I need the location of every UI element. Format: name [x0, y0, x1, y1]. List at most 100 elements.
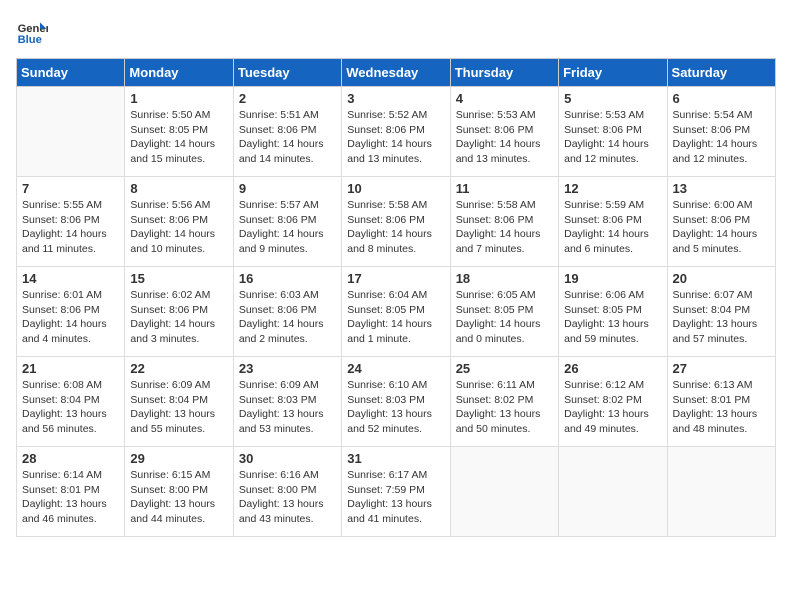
- weekday-header: Monday: [125, 59, 233, 87]
- calendar-day-cell: 13 Sunrise: 6:00 AM Sunset: 8:06 PM Dayli…: [667, 177, 775, 267]
- day-number: 28: [22, 451, 119, 466]
- calendar-day-cell: 8 Sunrise: 5:56 AM Sunset: 8:06 PM Daylig…: [125, 177, 233, 267]
- day-number: 22: [130, 361, 227, 376]
- day-number: 4: [456, 91, 553, 106]
- calendar-day-cell: 17Sunrise: 6:04 AM Sunset: 8:05 PM Dayli…: [342, 267, 450, 357]
- calendar-day-cell: 31 Sunrise: 6:17 AM Sunset: 7:59 PM Dayli…: [342, 447, 450, 537]
- day-info: Sunrise: 6:09 AM Sunset: 8:03 PM Dayligh…: [239, 378, 336, 437]
- day-info: Sunrise: 5:58 AM Sunset: 8:06 PM Dayligh…: [347, 198, 444, 257]
- day-info: Sunrise: 6:08 AM Sunset: 8:04 PM Dayligh…: [22, 378, 119, 437]
- day-number: 8: [130, 181, 227, 196]
- day-info: Sunrise: 5:57 AM Sunset: 8:06 PM Dayligh…: [239, 198, 336, 257]
- day-info: Sunrise: 6:16 AM Sunset: 8:00 PM Dayligh…: [239, 468, 336, 527]
- calendar-week-row: 28 Sunrise: 6:14 AM Sunset: 8:01 PM Dayli…: [17, 447, 776, 537]
- calendar-day-cell: 29Sunrise: 6:15 AM Sunset: 8:00 PM Dayli…: [125, 447, 233, 537]
- weekday-header: Wednesday: [342, 59, 450, 87]
- calendar-day-cell: 19 Sunrise: 6:06 AM Sunset: 8:05 PM Dayli…: [559, 267, 667, 357]
- calendar-day-cell: [17, 87, 125, 177]
- day-info: Sunrise: 6:12 AM Sunset: 8:02 PM Dayligh…: [564, 378, 661, 437]
- weekday-header: Saturday: [667, 59, 775, 87]
- calendar-day-cell: 14 Sunrise: 6:01 AM Sunset: 8:06 PM Dayli…: [17, 267, 125, 357]
- calendar-day-cell: 1Sunrise: 5:50 AM Sunset: 8:05 PM Daylig…: [125, 87, 233, 177]
- calendar-day-cell: 21 Sunrise: 6:08 AM Sunset: 8:04 PM Dayli…: [17, 357, 125, 447]
- day-number: 3: [347, 91, 444, 106]
- calendar-day-cell: [559, 447, 667, 537]
- calendar-day-cell: 9 Sunrise: 5:57 AM Sunset: 8:06 PM Daylig…: [233, 177, 341, 267]
- day-info: Sunrise: 6:05 AM Sunset: 8:05 PM Dayligh…: [456, 288, 553, 347]
- day-info: Sunrise: 5:58 AM Sunset: 8:06 PM Dayligh…: [456, 198, 553, 257]
- calendar-day-cell: 18 Sunrise: 6:05 AM Sunset: 8:05 PM Dayli…: [450, 267, 558, 357]
- day-number: 12: [564, 181, 661, 196]
- calendar-day-cell: 23 Sunrise: 6:09 AM Sunset: 8:03 PM Dayli…: [233, 357, 341, 447]
- day-number: 21: [22, 361, 119, 376]
- calendar-day-cell: [450, 447, 558, 537]
- day-info: Sunrise: 6:10 AM Sunset: 8:03 PM Dayligh…: [347, 378, 444, 437]
- day-number: 27: [673, 361, 770, 376]
- day-info: Sunrise: 6:06 AM Sunset: 8:05 PM Dayligh…: [564, 288, 661, 347]
- day-info: Sunrise: 6:07 AM Sunset: 8:04 PM Dayligh…: [673, 288, 770, 347]
- day-number: 1: [130, 91, 227, 106]
- day-number: 30: [239, 451, 336, 466]
- day-number: 20: [673, 271, 770, 286]
- calendar-day-cell: 5 Sunrise: 5:53 AM Sunset: 8:06 PM Daylig…: [559, 87, 667, 177]
- day-number: 17: [347, 271, 444, 286]
- day-info: Sunrise: 5:56 AM Sunset: 8:06 PM Dayligh…: [130, 198, 227, 257]
- weekday-header: Friday: [559, 59, 667, 87]
- calendar-day-cell: 20 Sunrise: 6:07 AM Sunset: 8:04 PM Dayli…: [667, 267, 775, 357]
- day-number: 23: [239, 361, 336, 376]
- calendar-day-cell: 6 Sunrise: 5:54 AM Sunset: 8:06 PM Daylig…: [667, 87, 775, 177]
- day-number: 10: [347, 181, 444, 196]
- day-info: Sunrise: 6:14 AM Sunset: 8:01 PM Dayligh…: [22, 468, 119, 527]
- day-number: 6: [673, 91, 770, 106]
- day-number: 19: [564, 271, 661, 286]
- day-number: 11: [456, 181, 553, 196]
- calendar-week-row: 14 Sunrise: 6:01 AM Sunset: 8:06 PM Dayli…: [17, 267, 776, 357]
- calendar-day-cell: 15 Sunrise: 6:02 AM Sunset: 8:06 PM Dayli…: [125, 267, 233, 357]
- calendar-day-cell: 24 Sunrise: 6:10 AM Sunset: 8:03 PM Dayli…: [342, 357, 450, 447]
- day-number: 26: [564, 361, 661, 376]
- day-number: 5: [564, 91, 661, 106]
- day-number: 31: [347, 451, 444, 466]
- day-number: 7: [22, 181, 119, 196]
- weekday-header: Tuesday: [233, 59, 341, 87]
- calendar-day-cell: 7 Sunrise: 5:55 AM Sunset: 8:06 PM Daylig…: [17, 177, 125, 267]
- calendar-day-cell: 22 Sunrise: 6:09 AM Sunset: 8:04 PM Dayli…: [125, 357, 233, 447]
- day-info: Sunrise: 5:55 AM Sunset: 8:06 PM Dayligh…: [22, 198, 119, 257]
- day-info: Sunrise: 6:17 AM Sunset: 7:59 PM Dayligh…: [347, 468, 444, 527]
- logo: General Blue: [16, 16, 52, 48]
- page-header: General Blue: [16, 16, 776, 48]
- day-info: Sunrise: 5:53 AM Sunset: 8:06 PM Dayligh…: [564, 108, 661, 167]
- day-info: Sunrise: 6:09 AM Sunset: 8:04 PM Dayligh…: [130, 378, 227, 437]
- calendar-day-cell: 12 Sunrise: 5:59 AM Sunset: 8:06 PM Dayli…: [559, 177, 667, 267]
- day-info: Sunrise: 6:00 AM Sunset: 8:06 PM Dayligh…: [673, 198, 770, 257]
- calendar-day-cell: 10 Sunrise: 5:58 AM Sunset: 8:06 PM Dayli…: [342, 177, 450, 267]
- day-info: Sunrise: 5:59 AM Sunset: 8:06 PM Dayligh…: [564, 198, 661, 257]
- day-info: Sunrise: 5:54 AM Sunset: 8:06 PM Dayligh…: [673, 108, 770, 167]
- day-info: Sunrise: 5:52 AM Sunset: 8:06 PM Dayligh…: [347, 108, 444, 167]
- day-info: Sunrise: 6:13 AM Sunset: 8:01 PM Dayligh…: [673, 378, 770, 437]
- logo-icon: General Blue: [16, 16, 48, 48]
- calendar-day-cell: 4Sunrise: 5:53 AM Sunset: 8:06 PM Daylig…: [450, 87, 558, 177]
- calendar-table: SundayMondayTuesdayWednesdayThursdayFrid…: [16, 58, 776, 537]
- calendar-day-cell: 30 Sunrise: 6:16 AM Sunset: 8:00 PM Dayli…: [233, 447, 341, 537]
- day-number: 16: [239, 271, 336, 286]
- day-number: 13: [673, 181, 770, 196]
- calendar-day-cell: 3 Sunrise: 5:52 AM Sunset: 8:06 PM Daylig…: [342, 87, 450, 177]
- calendar-week-row: 21 Sunrise: 6:08 AM Sunset: 8:04 PM Dayli…: [17, 357, 776, 447]
- day-number: 24: [347, 361, 444, 376]
- day-number: 15: [130, 271, 227, 286]
- calendar-day-cell: [667, 447, 775, 537]
- weekday-header-row: SundayMondayTuesdayWednesdayThursdayFrid…: [17, 59, 776, 87]
- day-number: 2: [239, 91, 336, 106]
- day-info: Sunrise: 6:02 AM Sunset: 8:06 PM Dayligh…: [130, 288, 227, 347]
- day-number: 29: [130, 451, 227, 466]
- calendar-week-row: 7 Sunrise: 5:55 AM Sunset: 8:06 PM Daylig…: [17, 177, 776, 267]
- day-number: 18: [456, 271, 553, 286]
- calendar-day-cell: 27 Sunrise: 6:13 AM Sunset: 8:01 PM Dayli…: [667, 357, 775, 447]
- weekday-header: Sunday: [17, 59, 125, 87]
- day-info: Sunrise: 6:01 AM Sunset: 8:06 PM Dayligh…: [22, 288, 119, 347]
- calendar-day-cell: 16Sunrise: 6:03 AM Sunset: 8:06 PM Dayli…: [233, 267, 341, 357]
- day-number: 14: [22, 271, 119, 286]
- day-number: 9: [239, 181, 336, 196]
- calendar-day-cell: 28 Sunrise: 6:14 AM Sunset: 8:01 PM Dayli…: [17, 447, 125, 537]
